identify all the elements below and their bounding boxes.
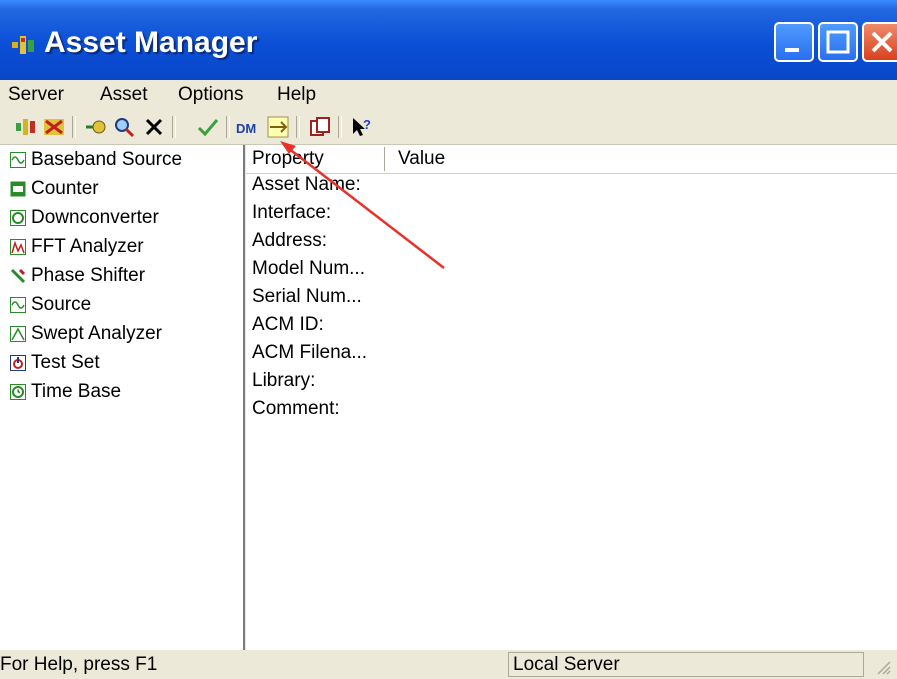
disconnect-icon[interactable] (42, 115, 66, 139)
find-asset-icon[interactable] (112, 115, 136, 139)
phase-shifter-icon (10, 268, 26, 284)
status-bar: For Help, press F1 Local Server (0, 650, 897, 679)
column-divider[interactable] (384, 147, 385, 171)
tree-item-label: Counter (31, 178, 99, 199)
tree-item-label: Source (31, 294, 92, 315)
property-row[interactable]: Address: (252, 230, 327, 252)
property-row[interactable]: Asset Name: (252, 174, 361, 196)
swept-analyzer-icon (10, 326, 26, 342)
app-icon (12, 36, 34, 54)
tree-item-label: Downconverter (31, 207, 159, 228)
tree-item-label: Swept Analyzer (31, 323, 162, 344)
resize-grip-icon[interactable] (872, 656, 892, 676)
tree-item[interactable]: Downconverter (10, 205, 159, 231)
time-base-icon (10, 384, 26, 400)
menu-bar: Server Asset Options Help (0, 80, 897, 110)
status-help-text: For Help, press F1 (0, 654, 158, 675)
svg-text:DM: DM (236, 121, 256, 136)
close-button[interactable] (862, 22, 897, 62)
property-row[interactable]: Model Num... (252, 258, 365, 280)
property-list[interactable]: Property Value Asset Name: Interface: Ad… (246, 145, 897, 650)
close-icon (871, 31, 893, 53)
tree-item-label: FFT Analyzer (31, 236, 144, 257)
menu-options[interactable]: Options (178, 84, 243, 106)
property-row[interactable]: Comment: (252, 398, 340, 420)
property-row[interactable]: Interface: (252, 202, 331, 224)
source-icon (10, 152, 26, 168)
test-set-icon (10, 355, 26, 371)
toolbar-separator (226, 116, 230, 138)
tree-item[interactable]: Counter (10, 176, 99, 202)
window-title: Asset Manager (44, 26, 258, 59)
property-list-header: Property Value (246, 145, 897, 174)
connect-icon[interactable] (14, 115, 38, 139)
add-asset-icon[interactable] (84, 115, 108, 139)
help-icon[interactable]: ? (350, 115, 374, 139)
toolbar-separator (172, 116, 176, 138)
tree-item[interactable]: FFT Analyzer (10, 234, 144, 260)
tree-item-label: Phase Shifter (31, 265, 146, 286)
menu-server[interactable]: Server (8, 84, 64, 106)
arrow-icon[interactable] (266, 115, 290, 139)
toolbar-separator (72, 116, 76, 138)
fft-analyzer-icon (10, 239, 26, 255)
property-row[interactable]: Serial Num... (252, 286, 362, 308)
menu-asset[interactable]: Asset (100, 84, 148, 106)
tree-item-label: Time Base (31, 381, 122, 402)
property-row[interactable]: Library: (252, 370, 315, 392)
asset-tree[interactable]: Baseband Source Counter Downconverter FF… (0, 145, 245, 650)
maximize-icon (826, 30, 850, 54)
data-icon[interactable]: DM (236, 115, 260, 139)
tree-item[interactable]: Swept Analyzer (10, 321, 162, 347)
column-header-value[interactable]: Value (398, 148, 445, 170)
toolbar-separator (338, 116, 342, 138)
delete-icon[interactable] (142, 115, 166, 139)
source-icon (10, 297, 26, 313)
tree-item-label: Test Set (31, 352, 100, 373)
property-row[interactable]: ACM ID: (252, 314, 324, 336)
check-icon[interactable] (196, 115, 220, 139)
downconverter-icon (10, 210, 26, 226)
tree-item[interactable]: Phase Shifter (10, 263, 145, 289)
toolbar-separator (296, 116, 300, 138)
minimize-icon (785, 48, 799, 52)
minimize-button[interactable] (774, 22, 814, 62)
maximize-button[interactable] (818, 22, 858, 62)
status-server-panel: Local Server (508, 652, 864, 677)
svg-text:?: ? (363, 117, 371, 132)
tree-item[interactable]: Baseband Source (10, 147, 182, 173)
counter-icon (10, 181, 26, 197)
property-row[interactable]: ACM Filena... (252, 342, 367, 364)
toolbar: DM ? (0, 110, 897, 145)
title-bar[interactable]: Asset Manager (0, 0, 897, 80)
tree-item[interactable]: Test Set (10, 350, 100, 376)
tree-item[interactable]: Source (10, 292, 91, 318)
tree-item-label: Baseband Source (31, 149, 183, 170)
copy-icon[interactable] (308, 115, 332, 139)
column-header-property[interactable]: Property (252, 148, 324, 170)
menu-help[interactable]: Help (277, 84, 316, 106)
tree-item[interactable]: Time Base (10, 379, 121, 405)
